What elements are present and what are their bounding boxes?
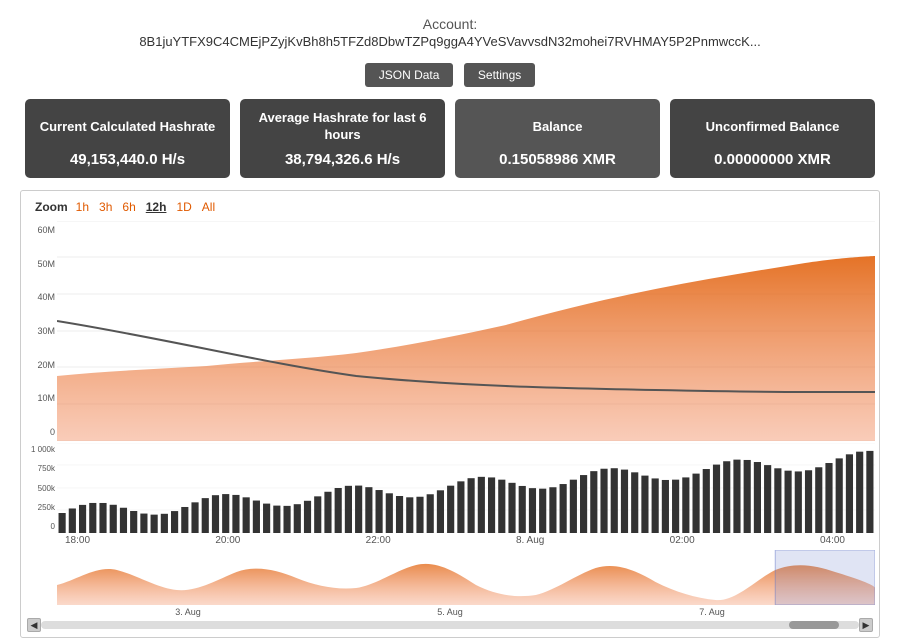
shares-svg — [57, 443, 875, 533]
zoom-1h[interactable]: 1h — [74, 199, 91, 215]
stat-card-balance: Balance 0.15058986 XMR — [455, 99, 660, 178]
zoom-all[interactable]: All — [200, 199, 217, 215]
stat-card-avg-hashrate: Average Hashrate for last 6 hours 38,794… — [240, 99, 445, 178]
mini-chart-container: 3. Aug 5. Aug 7. Aug — [25, 550, 875, 615]
stat-card-hashrate: Current Calculated Hashrate 49,153,440.0… — [25, 99, 230, 178]
scroll-track[interactable] — [41, 621, 859, 629]
settings-button[interactable]: Settings — [464, 63, 535, 87]
stat-card-value-unconfirmed: 0.00000000 XMR — [684, 151, 861, 168]
stat-card-value-hashrate: 49,153,440.0 H/s — [39, 151, 216, 168]
stat-card-title-balance: Balance — [469, 109, 646, 145]
zoom-bar: Zoom 1h 3h 6h 12h 1D All — [25, 199, 875, 221]
scroll-right-button[interactable]: ▶ — [859, 618, 873, 632]
stat-card-unconfirmed: Unconfirmed Balance 0.00000000 XMR — [670, 99, 875, 178]
horizontal-scrollbar[interactable]: ◀ ▶ — [25, 617, 875, 633]
chart-container: Zoom 1h 3h 6h 12h 1D All 60M 50M 40M 30M… — [20, 190, 880, 638]
hashrate-chart-svg-container — [57, 221, 875, 441]
hashrate-chart-area: 60M 50M 40M 30M 20M 10M 0 — [25, 221, 875, 441]
account-address: 8B1juYTFX9C4CMEjPZyjKvBh8h5TFZd8DbwTZPq9… — [20, 34, 880, 49]
shares-svg-container — [57, 443, 875, 533]
stat-card-title-hashrate: Current Calculated Hashrate — [39, 109, 216, 145]
y-axis: 60M 50M 40M 30M 20M 10M 0 — [25, 221, 57, 441]
zoom-3h[interactable]: 3h — [97, 199, 114, 215]
mini-chart-svg — [57, 550, 875, 605]
mini-chart-inner — [25, 550, 875, 605]
scroll-left-button[interactable]: ◀ — [27, 618, 41, 632]
stats-row: Current Calculated Hashrate 49,153,440.0… — [0, 99, 900, 190]
zoom-12h[interactable]: 12h — [144, 199, 169, 215]
account-label: Account: — [20, 16, 880, 32]
json-data-button[interactable]: JSON Data — [365, 63, 454, 87]
shares-chart-area: 1 000k 750k 500k 250k 0 — [25, 443, 875, 533]
x-axis-labels: 18:00 20:00 22:00 8. Aug 02:00 04:00 — [25, 533, 875, 548]
shares-y-axis: 1 000k 750k 500k 250k 0 — [25, 443, 57, 533]
hashrate-chart-svg — [57, 221, 875, 441]
zoom-1d[interactable]: 1D — [174, 199, 193, 215]
mini-x-labels: 3. Aug 5. Aug 7. Aug — [25, 607, 875, 617]
scroll-thumb[interactable] — [789, 621, 839, 629]
zoom-6h[interactable]: 6h — [120, 199, 137, 215]
toolbar: JSON Data Settings — [0, 63, 900, 87]
stat-card-value-balance: 0.15058986 XMR — [469, 151, 646, 168]
stat-card-value-avg: 38,794,326.6 H/s — [254, 151, 431, 168]
zoom-label: Zoom — [35, 200, 68, 214]
stat-card-title-avg: Average Hashrate for last 6 hours — [254, 109, 431, 145]
header: Account: 8B1juYTFX9C4CMEjPZyjKvBh8h5TFZd… — [0, 0, 900, 55]
stat-card-title-unconfirmed: Unconfirmed Balance — [684, 109, 861, 145]
